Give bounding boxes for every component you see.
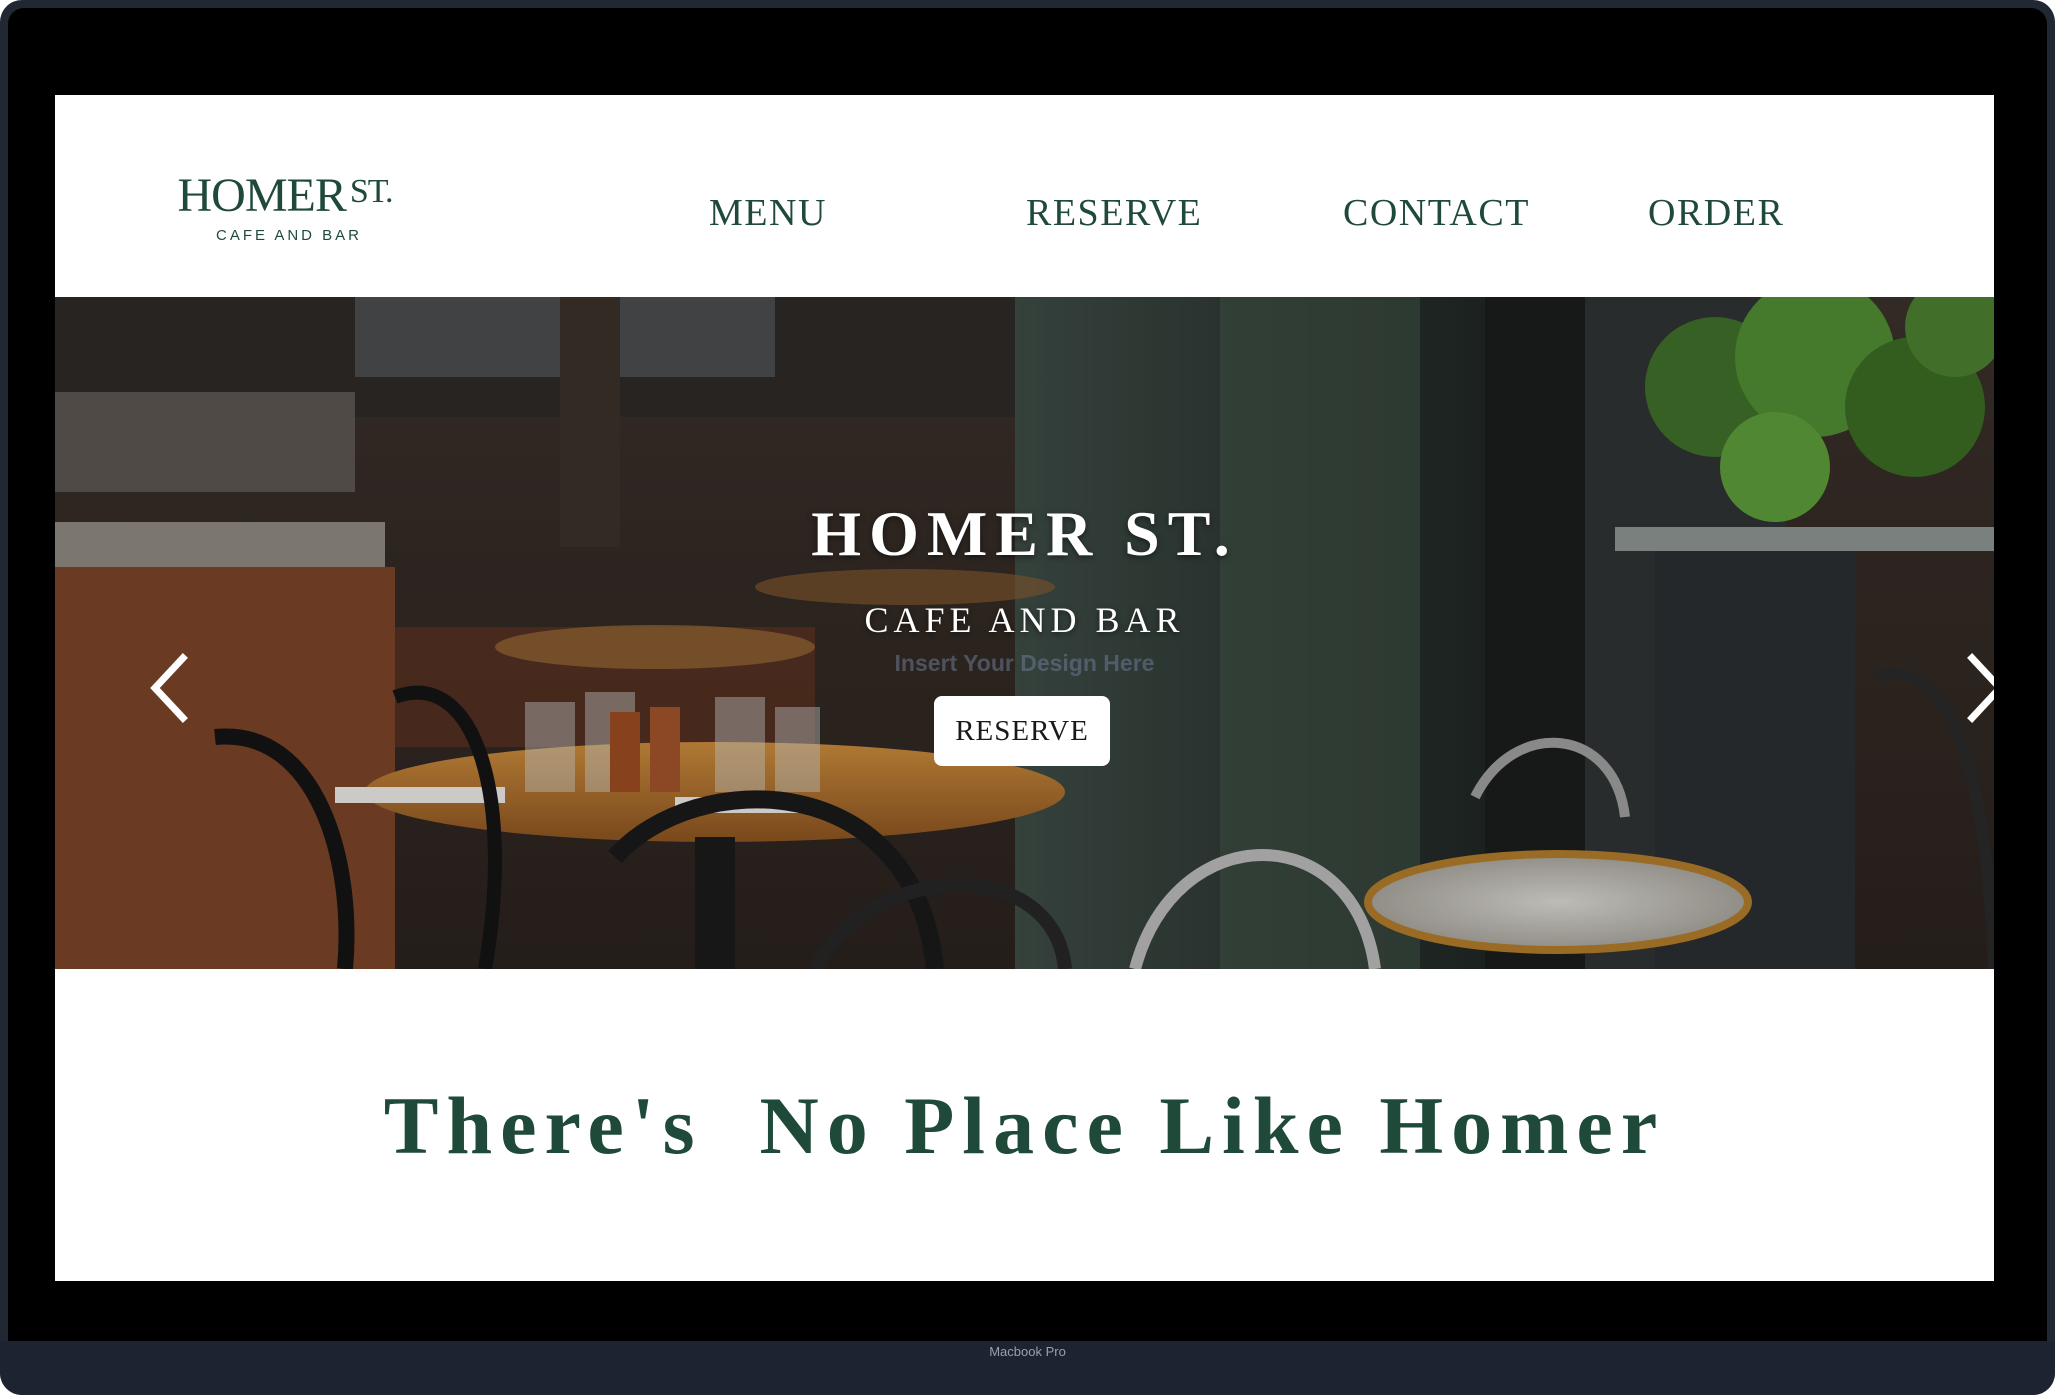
main-nav: MENU RESERVE CONTACT ORDER (55, 95, 1994, 297)
hero-subtitle: CAFE AND BAR (864, 600, 1185, 640)
device-label: Macbook Pro (989, 1344, 1066, 1359)
chevron-right-icon (1967, 653, 1994, 723)
chevron-left-icon (150, 653, 188, 723)
tagline-heading: There's No Place Like Homer (383, 1080, 1666, 1171)
hero-placeholder-text: Insert Your Design Here (894, 650, 1155, 676)
hero-carousel: HOMER ST. CAFE AND BAR Insert Your Desig… (55, 297, 1994, 969)
tagline-section: There's No Place Like Homer (55, 969, 1994, 1281)
hero-reserve-button[interactable]: RESERVE (934, 696, 1110, 766)
hero-title: HOMER ST. (811, 498, 1238, 569)
laptop-frame: HOMER ST. CAFE AND BAR MENU RESERVE CONTA… (0, 0, 2055, 1395)
site-header: HOMER ST. CAFE AND BAR MENU RESERVE CONTA… (55, 95, 1994, 297)
carousel-next-button[interactable] (1960, 648, 1994, 728)
nav-contact[interactable]: CONTACT (1343, 191, 1530, 235)
nav-reserve[interactable]: RESERVE (1026, 191, 1202, 235)
nav-menu[interactable]: MENU (709, 191, 827, 235)
website-screen: HOMER ST. CAFE AND BAR MENU RESERVE CONTA… (55, 95, 1994, 1281)
carousel-prev-button[interactable] (141, 648, 201, 728)
nav-order[interactable]: ORDER (1648, 191, 1784, 235)
